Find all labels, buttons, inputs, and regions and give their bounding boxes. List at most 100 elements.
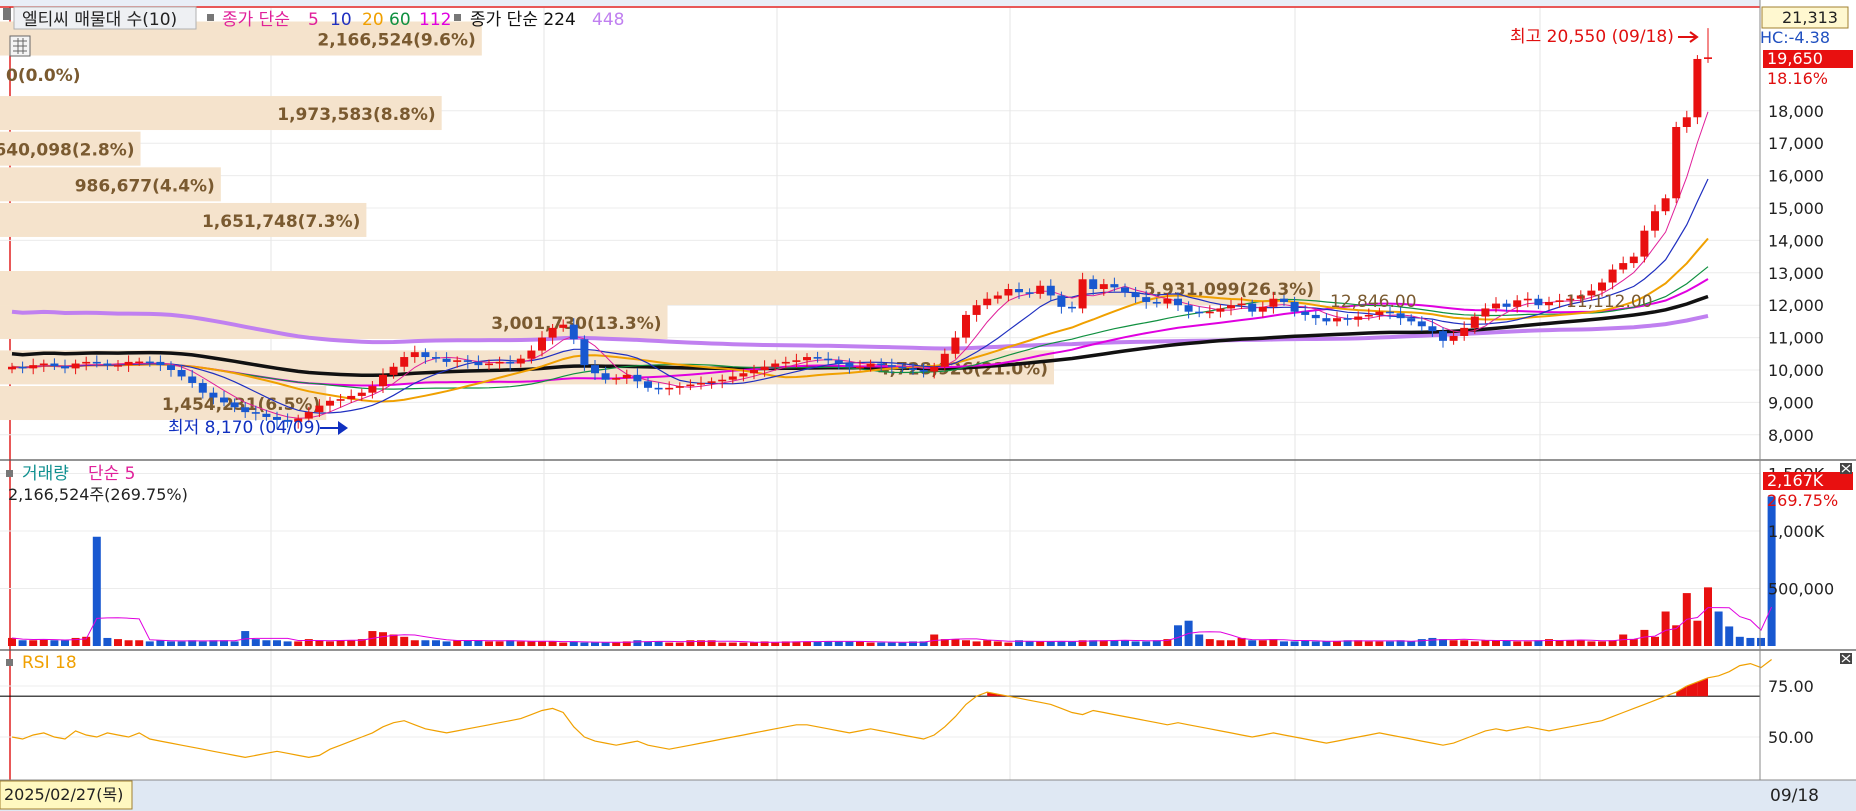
volume-bar bbox=[718, 642, 727, 646]
volume-bar bbox=[834, 641, 843, 646]
change-percent: 18.16% bbox=[1767, 69, 1828, 88]
volume-axis-label: 500,000 bbox=[1768, 580, 1834, 599]
candle-body bbox=[527, 350, 536, 359]
candle-body bbox=[1311, 314, 1320, 319]
price-axis-label: 10,000 bbox=[1768, 361, 1824, 380]
candle-body bbox=[1396, 313, 1405, 319]
volume-bar bbox=[1216, 640, 1225, 646]
candle-body bbox=[856, 366, 864, 369]
candle-body bbox=[538, 337, 546, 351]
candle-body bbox=[1470, 316, 1479, 328]
close-panel-icon[interactable] bbox=[1840, 463, 1852, 474]
candle-body bbox=[1439, 331, 1447, 341]
ma-period-5: 5 bbox=[308, 10, 319, 30]
ma-period-60: 60 bbox=[389, 10, 411, 30]
candle-body bbox=[506, 361, 515, 364]
candle-body bbox=[569, 324, 578, 340]
volume-bar bbox=[1714, 611, 1723, 646]
candle-body bbox=[485, 363, 493, 366]
volume-bar bbox=[1046, 641, 1055, 646]
candle-body bbox=[760, 366, 769, 370]
volume-bar bbox=[856, 641, 864, 646]
candle-body bbox=[1036, 285, 1045, 294]
volume-bar bbox=[845, 641, 854, 646]
price-axis-label: 13,000 bbox=[1768, 264, 1824, 283]
price-axis-label: 12,000 bbox=[1768, 296, 1824, 315]
candle-body bbox=[622, 374, 631, 379]
candle-body bbox=[580, 339, 589, 366]
volume-bar bbox=[8, 637, 16, 646]
candle-body bbox=[241, 407, 250, 413]
price-axis-label: 18,000 bbox=[1768, 102, 1824, 121]
candle-body bbox=[326, 400, 334, 406]
candle-body bbox=[813, 357, 822, 359]
candle-body bbox=[1460, 327, 1469, 336]
volume-bar bbox=[993, 641, 1002, 646]
candle-body bbox=[771, 363, 780, 367]
candle-body bbox=[1481, 308, 1490, 317]
candle-body bbox=[877, 363, 886, 366]
volume-percent: 269.75% bbox=[1767, 491, 1838, 510]
volume-bar bbox=[1576, 640, 1585, 646]
candle-body bbox=[1651, 211, 1659, 231]
volume-bar bbox=[1333, 641, 1341, 646]
volume-bar bbox=[877, 642, 886, 646]
volume-bar bbox=[1375, 641, 1384, 646]
candle-body bbox=[1407, 318, 1416, 322]
candle-body bbox=[1417, 321, 1426, 327]
candle-body bbox=[1025, 292, 1034, 294]
candle-body bbox=[8, 366, 16, 370]
candle-body bbox=[368, 386, 377, 393]
volume-bar bbox=[1364, 641, 1373, 646]
profile-label: 1,651,748(7.3%) bbox=[202, 212, 360, 232]
volume-bar bbox=[442, 641, 451, 646]
candle-body bbox=[230, 402, 239, 408]
volume-bar bbox=[1280, 641, 1288, 646]
candle-body bbox=[633, 374, 642, 382]
candle-body bbox=[145, 361, 154, 364]
candle-body bbox=[1322, 318, 1331, 322]
price-axis-label: 14,000 bbox=[1768, 231, 1824, 250]
ma-prefix: 종가 단순 bbox=[222, 10, 290, 30]
profile-label: 1,973,583(8.8%) bbox=[277, 105, 435, 125]
top-strip bbox=[0, 0, 1760, 6]
volume-bar bbox=[728, 642, 737, 646]
candle-body bbox=[1672, 127, 1681, 199]
candle-body bbox=[1142, 297, 1151, 302]
volume-bar bbox=[400, 636, 409, 646]
profile-label: 640,098(2.8%) bbox=[0, 141, 135, 161]
volume-bar bbox=[103, 637, 112, 646]
candle-body bbox=[887, 365, 896, 367]
volume-bar bbox=[389, 634, 398, 646]
candle-body bbox=[665, 387, 674, 390]
candle-body bbox=[103, 363, 112, 366]
volume-bar bbox=[1131, 641, 1140, 646]
indicator-label: 엘티씨 매물대 수(10) bbox=[22, 10, 177, 30]
volume-bar bbox=[1566, 640, 1575, 646]
candle-body bbox=[834, 360, 843, 364]
volume-bar bbox=[453, 640, 462, 646]
candle-body bbox=[1545, 301, 1553, 306]
candle-body bbox=[1364, 314, 1373, 317]
profile-label: 2,166,524(9.6%) bbox=[317, 31, 475, 51]
close-panel-icon[interactable] bbox=[1840, 653, 1852, 664]
volume-bar bbox=[1449, 640, 1458, 646]
candle-body bbox=[1099, 284, 1108, 289]
volume-bar bbox=[1258, 640, 1267, 646]
candle-body bbox=[1693, 58, 1702, 118]
volume-bar bbox=[1470, 641, 1479, 646]
volume-bar bbox=[29, 640, 38, 646]
candle-body bbox=[18, 366, 27, 369]
grid-toggle-icon[interactable] bbox=[9, 35, 31, 57]
volume-bar bbox=[336, 640, 345, 646]
candle-body bbox=[1343, 318, 1352, 320]
profile-label: 5,931,099(26.3%) bbox=[1144, 280, 1314, 300]
candle-body bbox=[1163, 298, 1172, 304]
volume-bar bbox=[421, 640, 430, 646]
candle-body bbox=[516, 358, 525, 364]
candle-body bbox=[803, 357, 811, 361]
candle-body bbox=[962, 314, 970, 338]
volume-bar bbox=[951, 639, 960, 646]
candle-body bbox=[453, 360, 462, 362]
stock-chart[interactable]: 2,166,524(9.6%) 0(0.0%) 1,973,583(8.8%) 640… bbox=[0, 0, 1856, 811]
